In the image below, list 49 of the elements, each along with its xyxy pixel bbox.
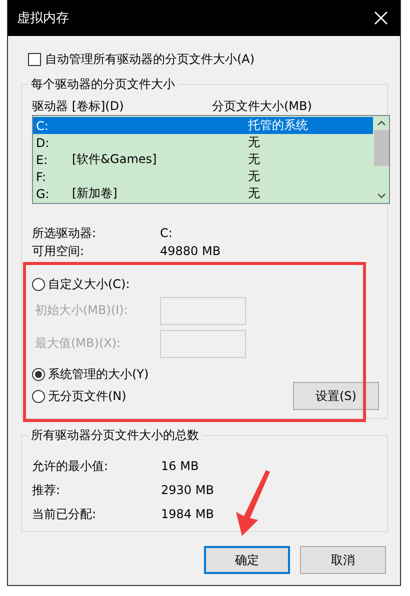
info-value: C: (160, 226, 172, 240)
cancel-button[interactable]: 取消 (300, 546, 386, 574)
drive-letter: C: (36, 118, 50, 132)
drive-letter: F: (36, 170, 48, 184)
total-label: 推荐: (32, 482, 62, 498)
total-label: 允许的最小值: (32, 458, 110, 474)
column-header: 驱动器 [卷标](D) (32, 98, 125, 114)
drive-letter: E: (36, 152, 49, 166)
drive-row[interactable]: C: 托管的系统 (33, 117, 373, 134)
total-value: 1984 MB (161, 507, 214, 521)
radio-button[interactable] (32, 368, 45, 380)
drive-letter: G: (36, 186, 50, 200)
radio-label: 自定义大小(C): (48, 276, 130, 292)
window-title: 虚拟内存 (17, 10, 69, 27)
field-label: 初始大小(MB)(I): (35, 302, 129, 319)
group-title: 所有驱动器分页文件大小的总数 (28, 427, 202, 444)
info-label: 可用空间: (32, 242, 86, 260)
scroll-down-icon[interactable] (376, 193, 386, 199)
radio-button[interactable] (32, 390, 45, 402)
page-file-size: 无 (248, 168, 260, 185)
total-value: 2930 MB (161, 483, 214, 497)
scroll-thumb[interactable] (374, 130, 388, 166)
drive-row[interactable]: E: [软件&Games] 无 (33, 151, 373, 168)
group-title: 每个驱动器的分页文件大小 (28, 76, 178, 93)
radio-label: 系统管理的大小(Y) (48, 366, 149, 382)
info-label: 所选驱动器: (32, 224, 98, 242)
field-label: 最大值(MB)(X): (35, 335, 122, 352)
radio-label: 无分页文件(N) (48, 388, 126, 404)
set-button[interactable]: 设置(S) (293, 382, 379, 410)
page-file-size: 无 (248, 151, 260, 168)
page-file-size: 无 (248, 185, 260, 202)
scroll-up-icon[interactable] (376, 120, 386, 126)
drive-row[interactable]: G: [新加卷] 无 (33, 185, 373, 202)
total-value: 16 MB (161, 459, 199, 473)
checkbox-label: 自动管理所有驱动器的分页文件大小(A) (45, 50, 255, 68)
drive-letter: D: (36, 136, 50, 150)
ok-button[interactable]: 确定 (204, 546, 290, 574)
drive-row[interactable]: F: 无 (33, 168, 373, 185)
checkbox[interactable] (28, 52, 41, 66)
info-value: 49880 MB (160, 244, 221, 258)
close-icon[interactable] (374, 11, 388, 25)
volume-label: [新加卷] (72, 186, 118, 200)
total-label: 当前已分配: (32, 506, 98, 522)
volume-label: [软件&Games] (72, 152, 157, 166)
radio-button[interactable] (32, 278, 45, 290)
drive-row[interactable]: D: 无 (33, 134, 373, 151)
page-file-size: 无 (248, 134, 260, 151)
column-header: 分页文件大小(MB) (212, 98, 312, 114)
page-file-size: 托管的系统 (248, 117, 308, 134)
